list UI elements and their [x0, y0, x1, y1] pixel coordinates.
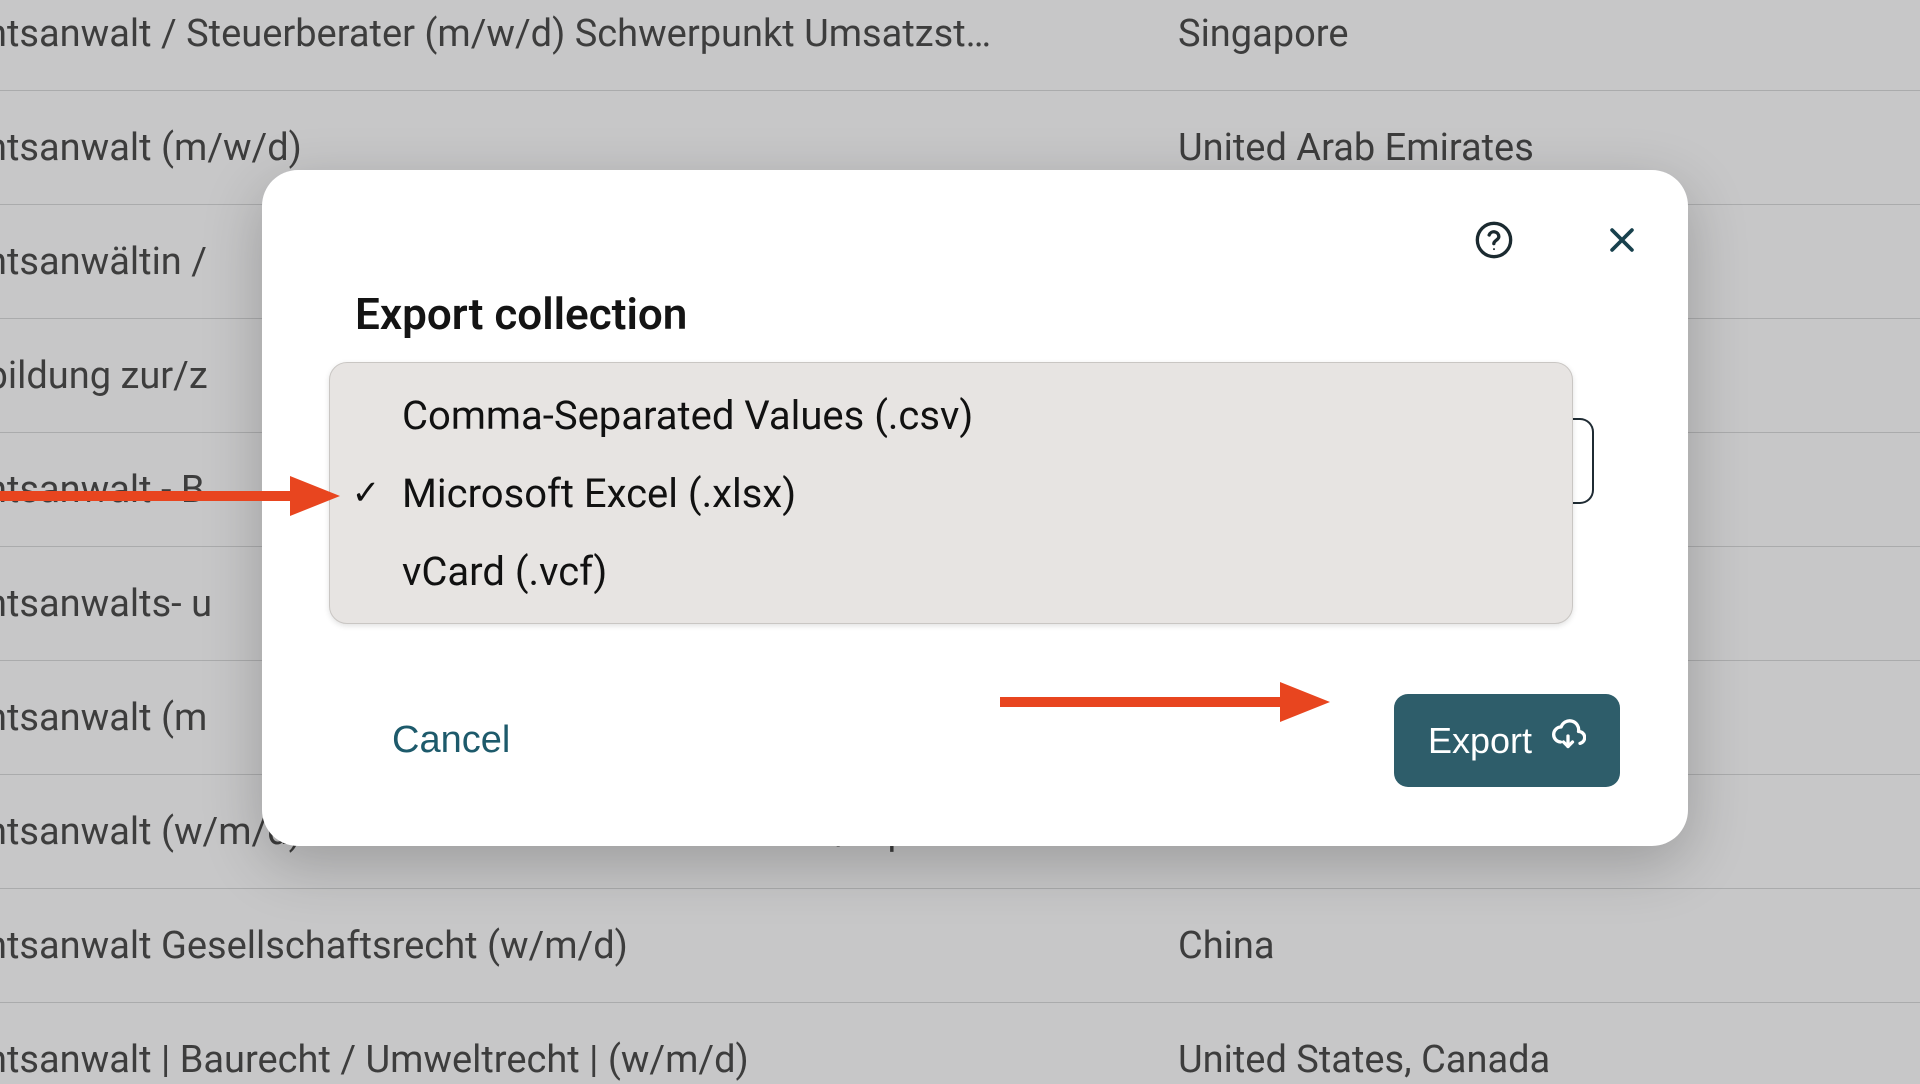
- modal-title: Export collection: [355, 288, 1688, 340]
- help-icon[interactable]: [1472, 218, 1516, 262]
- export-collection-modal: Export collection Comma-Separated Values…: [262, 170, 1688, 846]
- annotation-arrow-option: [0, 466, 350, 526]
- option-csv[interactable]: Comma-Separated Values (.csv): [330, 376, 1572, 454]
- export-button[interactable]: Export: [1394, 694, 1620, 787]
- annotation-arrow-export: [1000, 672, 1340, 732]
- download-cloud-icon: [1550, 718, 1586, 763]
- option-label: Microsoft Excel (.xlsx): [402, 470, 796, 517]
- export-button-label: Export: [1428, 720, 1532, 762]
- file-format-dropdown[interactable]: Comma-Separated Values (.csv) ✓ Microsof…: [329, 362, 1573, 624]
- cancel-button[interactable]: Cancel: [392, 719, 510, 762]
- close-icon[interactable]: [1600, 218, 1644, 262]
- option-xlsx[interactable]: ✓ Microsoft Excel (.xlsx): [330, 454, 1572, 532]
- select-field-border: [1572, 418, 1594, 504]
- option-label: Comma-Separated Values (.csv): [402, 392, 973, 439]
- option-label: vCard (.vcf): [402, 548, 607, 595]
- option-vcf[interactable]: vCard (.vcf): [330, 532, 1572, 610]
